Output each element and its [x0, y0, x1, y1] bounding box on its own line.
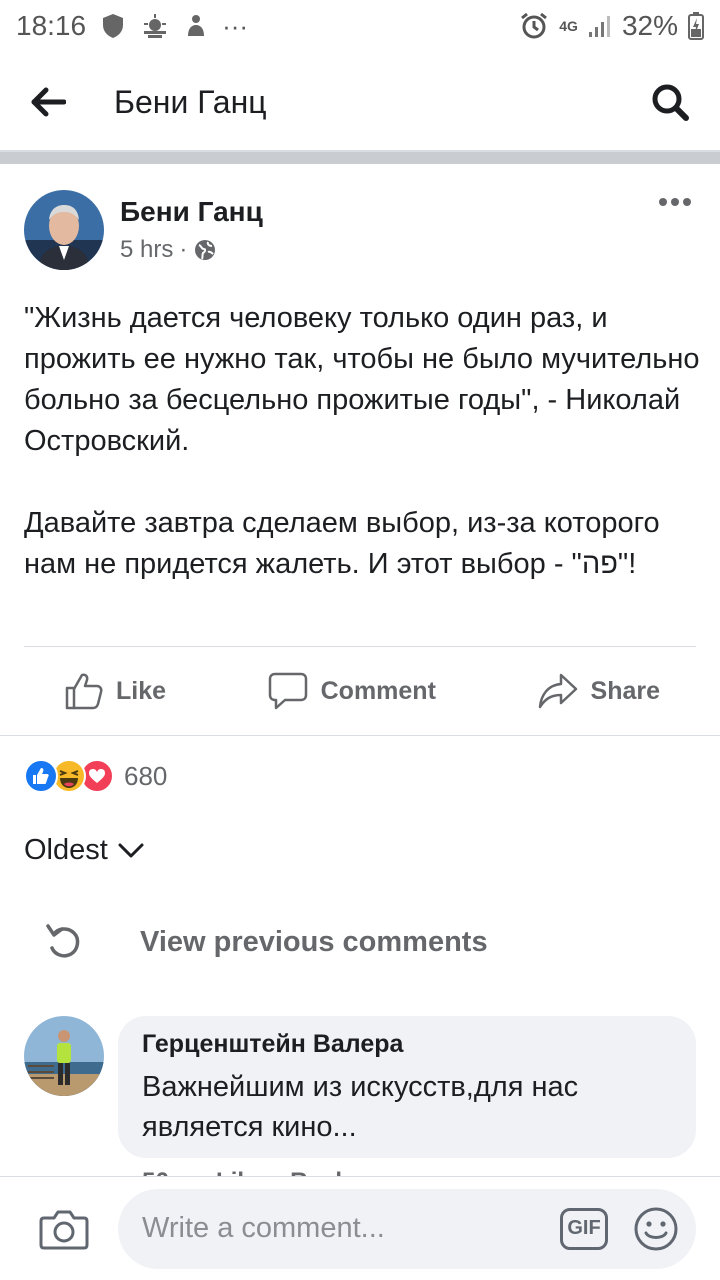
reaction-count: 680: [124, 760, 168, 791]
weather-icon: [140, 13, 170, 39]
share-button[interactable]: Share: [537, 671, 660, 711]
page-title: Бени Ганц: [114, 83, 267, 120]
app-header: Бени Ганц: [0, 52, 720, 152]
notification-app-icon: [184, 12, 208, 40]
comment-item: Герценштейн Валера Важнейшим из искусств…: [24, 1016, 696, 1195]
comment-bubble-icon: [268, 672, 307, 710]
view-previous-comments[interactable]: View previous comments: [44, 920, 488, 964]
comment-label: Comment: [320, 676, 436, 705]
reactions-summary[interactable]: 680: [24, 758, 167, 794]
camera-button[interactable]: [38, 1203, 90, 1255]
post-paragraph: "Жизнь дается человеку только один раз, …: [24, 302, 708, 457]
sort-label: Oldest: [24, 834, 108, 866]
alarm-icon: [519, 11, 549, 41]
commenter-avatar[interactable]: [24, 1016, 104, 1096]
section-divider: [0, 735, 720, 736]
back-button[interactable]: [30, 74, 86, 130]
post-paragraph: Давайте завтра сделаем выбор, из-за кото…: [24, 507, 668, 580]
globe-icon: [195, 240, 216, 260]
clock: 18:16: [16, 10, 87, 41]
post-author-name[interactable]: Бени Ганц: [120, 196, 263, 228]
search-icon: [652, 84, 689, 121]
more-dots-icon: [659, 198, 691, 206]
meta-separator: ·: [179, 236, 188, 263]
battery-percent: 32%: [621, 10, 678, 41]
post-body: "Жизнь дается человеку только один раз, …: [24, 298, 700, 585]
post-more-options-button[interactable]: [654, 188, 696, 208]
post-meta: 5 hrs ·: [120, 236, 263, 264]
battery-charging-icon: [688, 12, 704, 40]
emoji-button[interactable]: [632, 1205, 680, 1253]
author-avatar[interactable]: [24, 190, 104, 270]
comment-composer: GIF: [0, 1176, 720, 1280]
search-button[interactable]: [634, 74, 690, 130]
post-time[interactable]: 5 hrs: [120, 236, 173, 264]
smiley-face-icon: [634, 1207, 678, 1250]
actions-divider: [24, 646, 696, 647]
like-label: Like: [116, 676, 167, 705]
share-arrow-icon: [538, 673, 577, 709]
status-bar: 18:16 ··· 4G 32%: [0, 0, 720, 52]
post-header: Бени Ганц 5 hrs ·: [24, 188, 696, 272]
comment-input[interactable]: [142, 1212, 560, 1245]
back-arrow-icon: [31, 87, 66, 117]
signal-icon: [588, 14, 612, 38]
gif-button[interactable]: GIF: [560, 1207, 608, 1250]
thumbs-up-icon: [65, 673, 103, 710]
comment-sort-dropdown[interactable]: Oldest: [24, 834, 144, 867]
refresh-icon: [46, 924, 80, 958]
header-divider: [0, 150, 720, 164]
like-button[interactable]: Like: [64, 671, 166, 711]
view-previous-label: View previous comments: [140, 925, 488, 958]
comment-button[interactable]: Comment: [267, 671, 436, 711]
comment-author[interactable]: Герценштейн Валера: [142, 1030, 672, 1059]
comment-text: Важнейшим из искусств,для нас является к…: [142, 1071, 579, 1143]
comment-input-wrapper: GIF: [118, 1188, 696, 1269]
like-reaction-icon: [24, 759, 58, 793]
share-label: Share: [590, 676, 660, 705]
post-actions: Like Comment Share: [24, 660, 696, 722]
shield-icon: [100, 12, 126, 40]
chevron-down-icon: [118, 843, 144, 857]
comment-bubble[interactable]: Герценштейн Валера Важнейшим из искусств…: [118, 1016, 696, 1158]
more-notifications-indicator: ···: [222, 10, 249, 41]
camera-icon: [39, 1210, 89, 1249]
network-type: 4G: [559, 18, 578, 34]
